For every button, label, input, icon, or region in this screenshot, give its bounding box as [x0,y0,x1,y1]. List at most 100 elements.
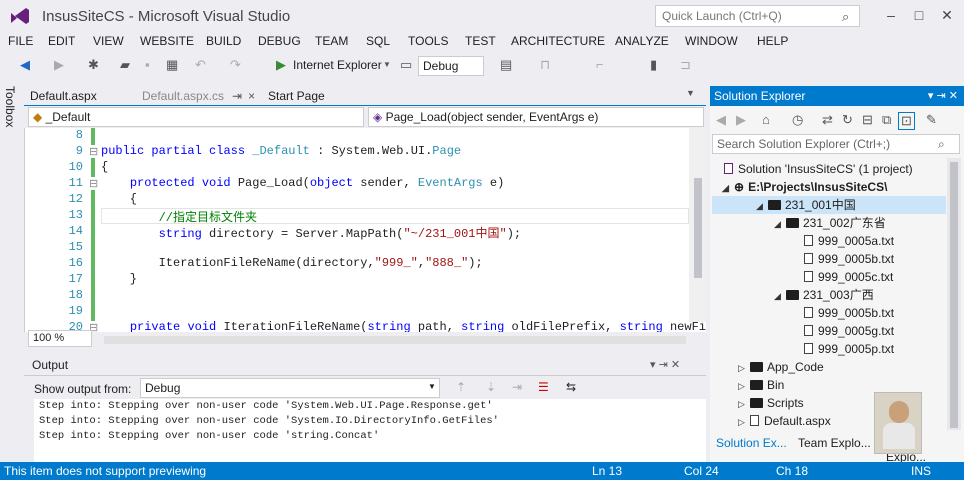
code-line[interactable]: 16 IterationFileReName(directory,"999_",… [25,256,689,272]
pin-icon[interactable]: ⇥ [232,89,242,103]
home-icon[interactable]: ⌂ [762,112,770,128]
code-line[interactable]: 20 private void IterationFileReName(stri… [25,320,706,332]
scroll-thumb[interactable] [694,178,702,278]
new-project-icon[interactable]: ✱ [88,57,99,73]
code-line[interactable]: 11 protected void Page_Load(object sende… [25,176,689,192]
code-line[interactable]: 14 string directory = Server.MapPath("~/… [25,224,689,241]
tab-default-aspx[interactable]: Default.aspx [24,86,134,106]
horizontal-scrollbar[interactable] [104,336,686,344]
open-file-icon[interactable]: ▰ [120,57,130,73]
sync-icon[interactable]: ⇄ [822,112,833,128]
method-select[interactable]: ◈ Page_Load(object sender, EventArgs e) [368,107,704,127]
toolbox-tab[interactable]: Toolbox [0,82,22,462]
tab-default-aspx-cs[interactable]: Default.aspx.cs ⇥ × [136,86,266,106]
attach-icon[interactable]: ▭ [400,57,412,73]
save-all-icon[interactable]: ▦ [166,57,178,73]
tab-team-explorer[interactable]: Team Explo... [798,436,871,450]
tree-folder[interactable]: ▷ App_Code [738,358,824,376]
code-line[interactable]: 15 [25,240,689,256]
collapse-region-icon[interactable]: ⊟ [89,145,99,158]
code-editor[interactable]: 8 9 public partial class _Default : System… [24,128,706,332]
menu-test[interactable]: TEST [465,34,496,48]
tab-start-page[interactable]: Start Page [262,86,352,106]
solution-search-input[interactable]: Search Solution Explorer (Ctrl+;) [712,134,960,154]
code-line[interactable]: 17 } [25,272,689,288]
properties-icon[interactable]: ✎ [926,112,937,128]
tree-file[interactable]: 999_0005b.txt [792,304,894,322]
code-line[interactable]: 8 [25,128,689,144]
refresh-icon[interactable]: ↻ [842,112,853,128]
tab-overflow-icon[interactable]: ▼ [686,88,695,98]
quick-launch-input[interactable]: Quick Launch (Ctrl+Q) [655,5,860,27]
code-line[interactable]: 18 [25,288,689,304]
tree-folder[interactable]: ◢ 231_002广东省 [774,214,886,232]
collapse-icon[interactable]: ⊟ [862,112,873,128]
panel-options-icon[interactable]: ▾ ⇥ ✕ [650,358,680,371]
undo-icon[interactable]: ↶ [195,57,206,73]
menu-debug[interactable]: DEBUG [258,34,301,48]
find-in-files-icon[interactable]: ▤ [500,57,512,73]
clear-all-icon[interactable]: ☰ [538,380,549,394]
menu-file[interactable]: FILE [8,34,33,48]
show-all-files-icon[interactable]: ⧉ [882,112,891,128]
project-node[interactable]: ◢ ⊕ E:\Projects\InsusSiteCS\ [722,178,887,196]
bookmark-icon[interactable]: ▮ [650,57,657,73]
configuration-select[interactable]: Debug [418,56,484,76]
redo-icon[interactable]: ↷ [230,57,241,73]
minimize-button[interactable]: – [878,4,904,26]
tree-file[interactable]: ▷ Default.aspx [738,412,831,430]
menu-help[interactable]: HELP [757,34,788,48]
menu-architecture[interactable]: ARCHITECTURE [511,34,605,48]
save-icon[interactable]: ▪ [145,57,150,73]
tree-file[interactable]: 999_0005b.txt [792,250,894,268]
menu-website[interactable]: WEBSITE [140,34,194,48]
tree-scrollbar[interactable] [947,158,961,430]
menu-window[interactable]: WINDOW [685,34,738,48]
code-line[interactable]: 13 //指定目标文件夹 [25,208,689,225]
class-select[interactable]: ◆ _Default [28,107,364,127]
expanded-icon[interactable]: ◢ [774,215,786,233]
menu-view[interactable]: VIEW [93,34,124,48]
code-line[interactable]: 12 { [25,192,689,208]
chevron-down-icon[interactable]: ▼ [428,382,436,391]
tree-file[interactable]: 999_0005p.txt [792,340,894,358]
collapsed-icon[interactable]: ▷ [738,395,750,413]
output-text[interactable]: Step into: Stepping over non-user code '… [34,399,706,462]
tree-file[interactable]: 999_0005c.txt [792,268,893,286]
collapsed-icon[interactable]: ▷ [738,377,750,395]
word-wrap-icon[interactable]: ⇆ [566,380,576,394]
collapsed-icon[interactable]: ▷ [738,359,750,377]
menu-team[interactable]: TEAM [315,34,348,48]
chevron-down-icon[interactable]: ▼ [383,57,391,73]
menu-analyze[interactable]: ANALYZE [615,34,669,48]
tree-folder[interactable]: ▷ Bin [738,376,784,394]
collapse-region-icon[interactable]: ⊟ [89,177,99,190]
code-line[interactable]: 19 [25,304,689,320]
menu-edit[interactable]: EDIT [48,34,75,48]
code-line[interactable]: 10 { [25,160,689,176]
forward-icon[interactable]: ▶ [54,57,64,73]
expanded-icon[interactable]: ◢ [722,179,734,197]
tree-folder[interactable]: ◢ 231_001中国 [712,196,946,214]
menu-sql[interactable]: SQL [366,34,390,48]
history-icon[interactable]: ◷ [792,112,803,128]
code-line[interactable]: 9 public partial class _Default : System.… [25,144,689,160]
search-icon[interactable]: ⌕ [938,137,945,152]
close-button[interactable]: ✕ [934,4,960,26]
output-source-select[interactable]: Debug [140,378,440,398]
solution-node[interactable]: Solution 'InsusSiteCS' (1 project) [724,160,913,178]
menu-build[interactable]: BUILD [206,34,241,48]
collapsed-icon[interactable]: ▷ [738,413,750,430]
preview-icon[interactable]: ⊡ [898,112,915,130]
panel-options-icon[interactable]: ▾ ⇥ ✕ [928,89,958,102]
expanded-icon[interactable]: ◢ [756,197,768,215]
vertical-scrollbar[interactable] [689,128,706,322]
tab-solution-explorer[interactable]: Solution Ex... [716,436,787,450]
start-debugging-icon[interactable]: ▶ [276,57,286,73]
maximize-button[interactable]: □ [906,4,932,26]
search-icon[interactable]: ⌕ [842,9,849,25]
tree-file[interactable]: 999_0005g.txt [792,322,894,340]
scroll-thumb[interactable] [950,162,958,428]
tree-folder[interactable]: ◢ 231_003广西 [774,286,874,304]
close-icon[interactable]: × [248,89,255,103]
